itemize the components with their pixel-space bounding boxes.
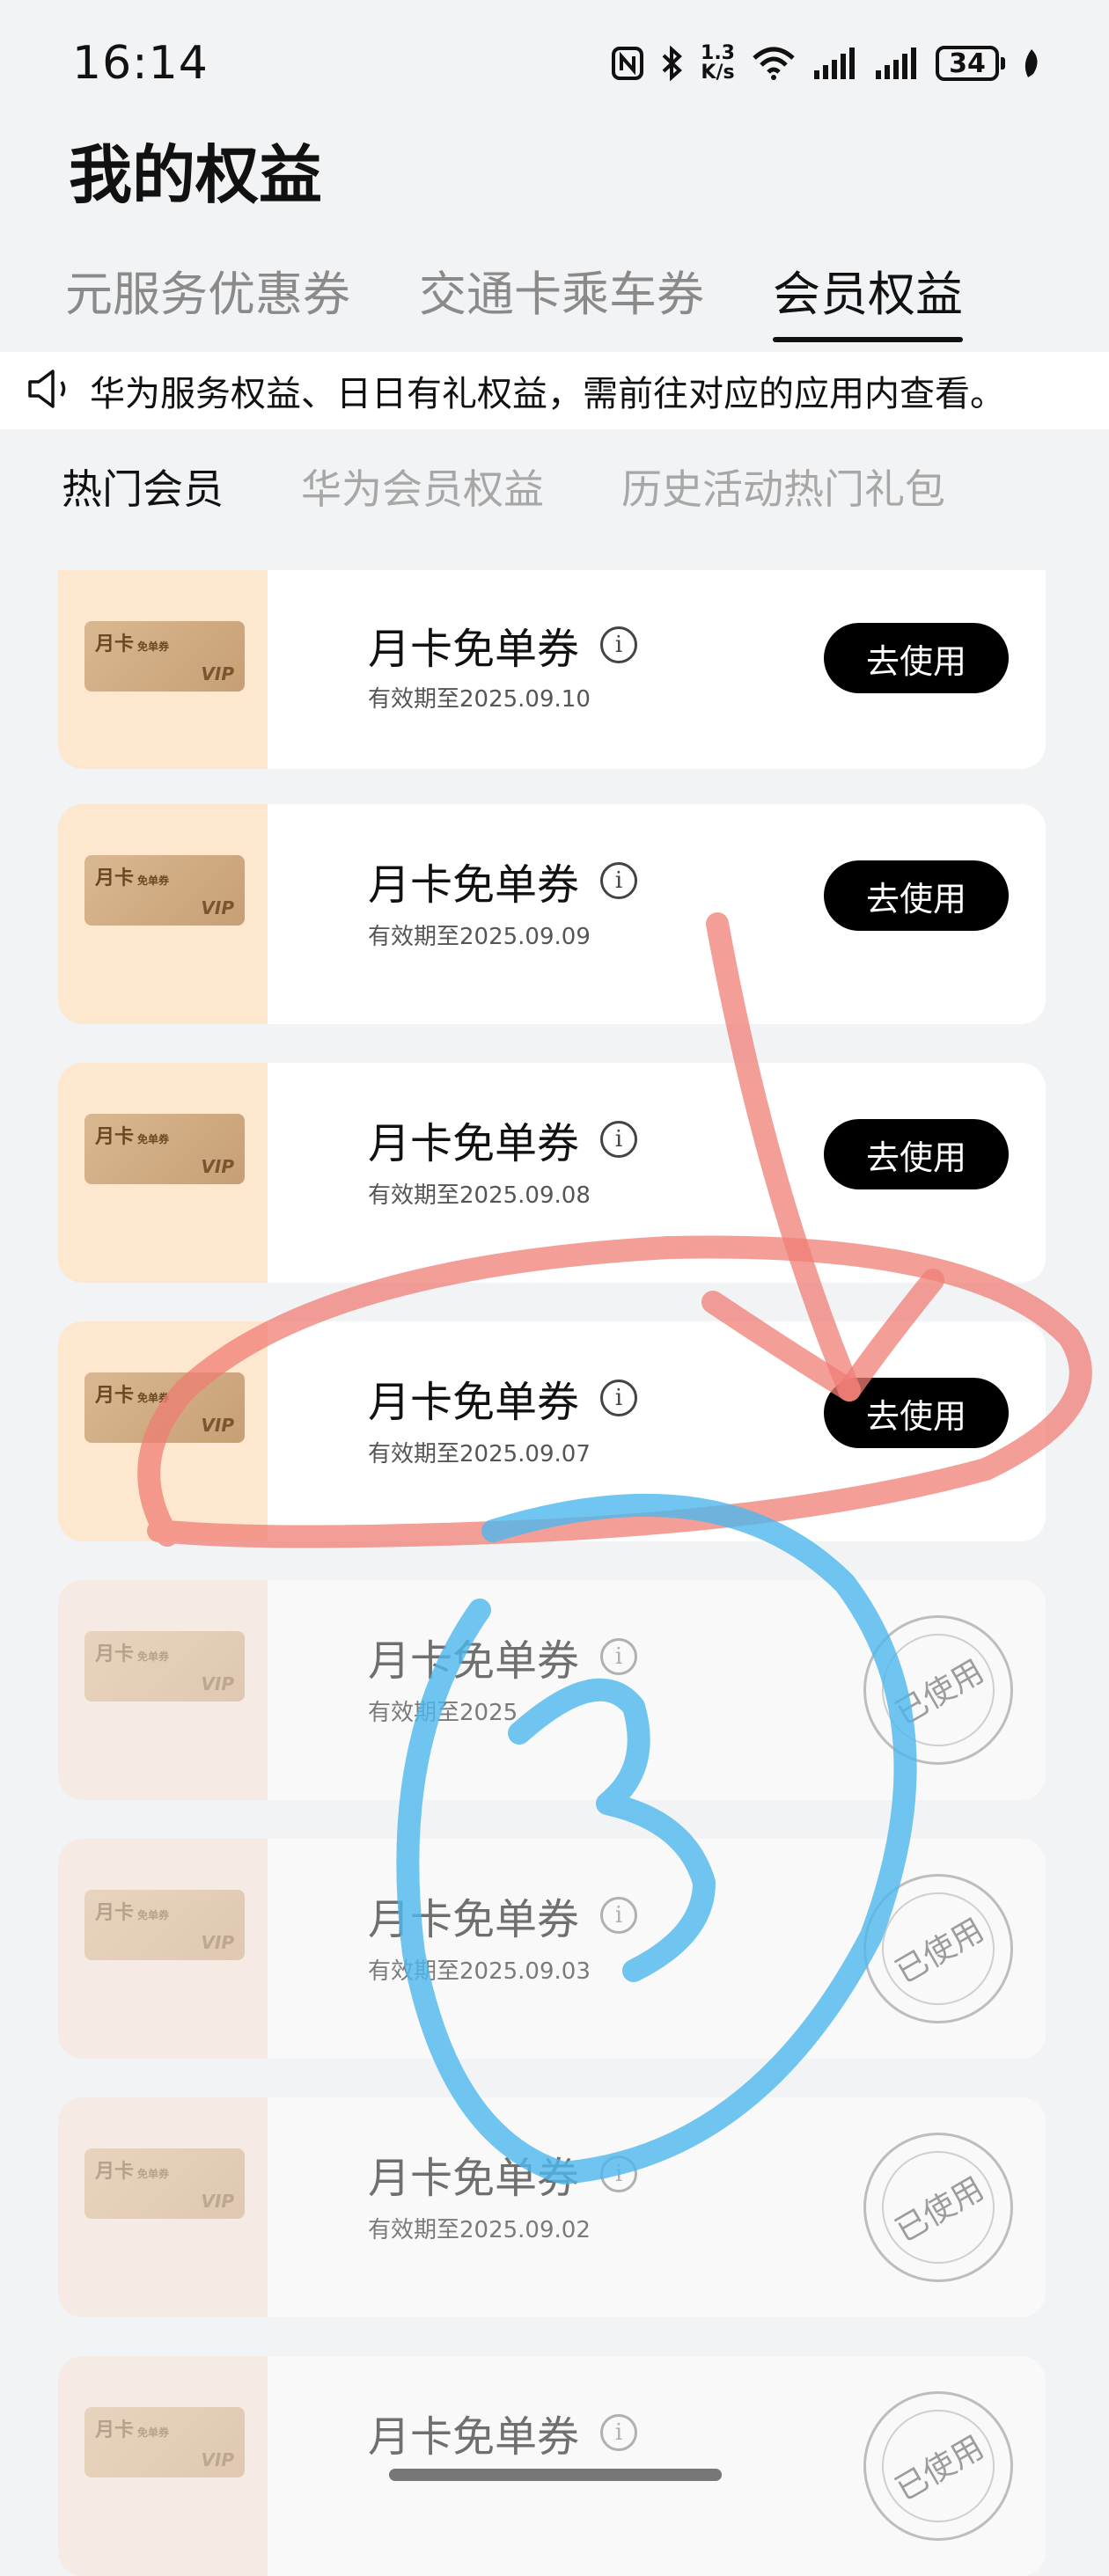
signal-icon [874,46,920,81]
coupon-thumbnail: 月卡 免单券 VIP [84,1890,245,1960]
subtab-history-gifts[interactable]: 历史活动热门礼包 [621,457,945,516]
status-time: 16:14 [72,37,209,90]
coupon-thumbnail: 月卡 免单券 VIP [84,1631,245,1701]
used-stamp: 已使用 [861,2130,1016,2285]
coupon-title: 月卡免单券 i [368,2143,638,2205]
coupon-date: 有效期至2025.09.03 [368,1958,591,1985]
coupon-title: 月卡免单券 i [368,850,638,911]
use-button[interactable]: 去使用 [824,860,1009,931]
coupon-date: 有效期至2025.09.08 [368,1182,591,1209]
info-icon[interactable]: i [600,2155,638,2192]
coupon-title: 月卡免单券 i [368,1626,638,1687]
use-button[interactable]: 去使用 [824,1378,1009,1448]
coupon-title: 月卡免单券 i [368,2402,638,2463]
coupon-title: 月卡免单券 i [368,1884,638,1946]
info-icon[interactable]: i [600,862,638,899]
coupon-card: 月卡 免单券 VIP 月卡免单券 i 有效期至2025.09.07 去使用 [58,1321,1046,1541]
bluetooth-icon [660,46,685,81]
info-icon[interactable]: i [600,626,638,663]
use-button[interactable]: 去使用 [824,623,1009,693]
coupon-card: 月卡 免单券 VIP 月卡免单券 i 有效期至2025.09.10 去使用 [58,570,1046,769]
coupon-thumbnail: 月卡 免单券 VIP [84,621,245,692]
notice-text: 华为服务权益、日日有礼权益，需前往对应的应用内查看。 [90,374,1005,414]
wifi-icon [751,46,797,81]
used-stamp: 已使用 [861,1613,1016,1767]
net-speed: 1.3 K/s [701,42,735,84]
info-icon[interactable]: i [600,1897,638,1934]
coupon-card: 月卡 免单券 VIP 月卡免单券 i 有效期至2025 已使用 [58,1580,1046,1800]
speaker-icon [26,367,74,414]
coupon-title: 月卡免单券 i [368,1109,638,1170]
coupon-date: 有效期至2025.09.02 [368,2217,591,2243]
coupon-title: 月卡免单券 i [368,614,638,676]
coupon-card: 月卡 免单券 VIP 月卡免单券 i 有效期至2025.09.09 去使用 [58,804,1046,1024]
home-indicator[interactable] [389,2469,722,2481]
status-icons: 1.3 K/s 34 [611,44,1042,83]
info-icon[interactable]: i [600,1379,638,1416]
tab-transit-coupons[interactable]: 交通卡乘车券 [419,255,704,342]
coupon-card: 月卡 免单券 VIP 月卡免单券 i 有效期至2025.09.08 去使用 [58,1063,1046,1283]
tab-member-benefits[interactable]: 会员权益 [773,255,963,342]
coupon-date: 有效期至2025.09.10 [368,686,591,713]
coupon-date: 有效期至2025.09.09 [368,924,591,950]
coupon-thumbnail: 月卡 免单券 VIP [84,1372,245,1443]
tab-bar: 元服务优惠券 交通卡乘车券 会员权益 [65,255,963,342]
coupon-thumbnail: 月卡 免单券 VIP [84,1114,245,1184]
coupon-thumbnail: 月卡 免单券 VIP [84,2407,245,2477]
coupon-card: 月卡 免单券 VIP 月卡免单券 i 已使用 [58,2356,1046,2576]
tab-service-coupons[interactable]: 元服务优惠券 [65,255,350,342]
status-bar: 16:14 1.3 K/s 34 [0,0,1109,132]
coupon-date: 有效期至2025 [368,1700,518,1726]
page-title: 我的权益 [69,138,323,212]
info-icon[interactable]: i [600,2414,638,2451]
subtab-huawei-member[interactable]: 华为会员权益 [301,457,544,516]
coupon-thumbnail: 月卡 免单券 VIP [84,855,245,926]
subtab-popular-members[interactable]: 热门会员 [62,457,224,516]
battery-icon: 34 [936,46,1005,81]
signal-icon [812,46,858,81]
used-stamp: 已使用 [861,1871,1016,2026]
use-button[interactable]: 去使用 [824,1119,1009,1189]
info-icon[interactable]: i [600,1638,638,1675]
nfc-icon [611,46,644,81]
coupon-title: 月卡免单券 i [368,1367,638,1429]
coupon-thumbnail: 月卡 免单券 VIP [84,2148,245,2219]
info-icon[interactable]: i [600,1121,638,1158]
subtab-bar: 热门会员 华为会员权益 历史活动热门礼包 [62,457,945,516]
notice-banner: 华为服务权益、日日有礼权益，需前往对应的应用内查看。 [0,352,1109,429]
used-stamp: 已使用 [861,2389,1016,2543]
leaf-icon [1021,48,1042,79]
coupon-card: 月卡 免单券 VIP 月卡免单券 i 有效期至2025.09.02 已使用 [58,2097,1046,2317]
coupon-date: 有效期至2025.09.07 [368,1441,591,1467]
coupon-card: 月卡 免单券 VIP 月卡免单券 i 有效期至2025.09.03 已使用 [58,1839,1046,2059]
